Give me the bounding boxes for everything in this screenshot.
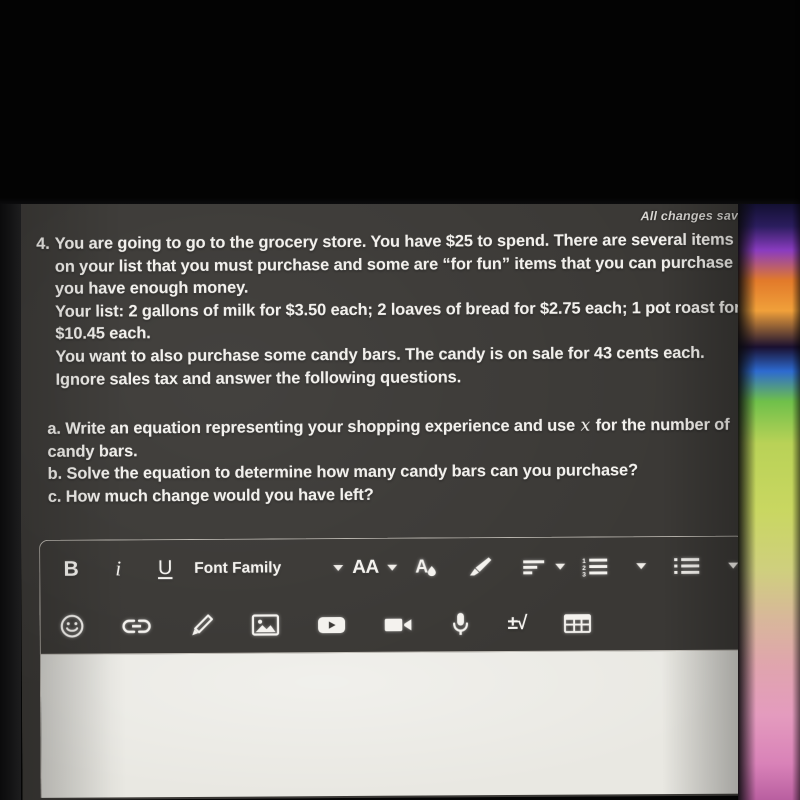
equation-icon[interactable]: ±√ bbox=[508, 612, 527, 634]
text-color-icon[interactable]: A bbox=[415, 554, 439, 580]
align-caret-icon[interactable] bbox=[555, 563, 566, 570]
bold-button[interactable]: B bbox=[56, 557, 86, 581]
editor-content-area[interactable] bbox=[40, 650, 746, 798]
editor-toolbar: B i U Font Family AA A 1 2 3 ±√ bbox=[40, 536, 745, 655]
device-left-bezel bbox=[0, 196, 21, 800]
photo-right-edge-shadow bbox=[792, 0, 800, 800]
svg-text:3: 3 bbox=[583, 571, 587, 577]
font-family-caret-icon[interactable] bbox=[333, 564, 344, 571]
font-size-caret-icon[interactable] bbox=[387, 564, 398, 571]
photo-of-screen: All changes saved 4. You are going to go… bbox=[0, 0, 800, 800]
question-paragraph-2: Your list: 2 gallons of milk for $3.50 e… bbox=[55, 298, 741, 344]
question-paragraph-1: You are going to go to the grocery store… bbox=[54, 230, 748, 298]
font-family-selector[interactable]: Font Family bbox=[194, 559, 281, 578]
draw-pencil-icon[interactable] bbox=[189, 612, 215, 638]
sub-question-c-label: c. bbox=[47, 487, 62, 506]
microphone-icon[interactable] bbox=[450, 611, 470, 637]
font-size-button[interactable]: AA bbox=[352, 556, 379, 578]
bullet-list-icon[interactable] bbox=[674, 554, 701, 576]
highlight-icon[interactable] bbox=[467, 554, 495, 580]
italic-button[interactable]: i bbox=[103, 556, 133, 581]
sub-questions-list: a. Write an equation representing your s… bbox=[33, 414, 758, 509]
question-paragraph-3: You want to also purchase some candy bar… bbox=[55, 343, 705, 389]
align-icon[interactable] bbox=[523, 556, 547, 576]
emoji-icon[interactable] bbox=[60, 614, 85, 639]
youtube-icon[interactable] bbox=[317, 614, 347, 636]
photo-top-dark-area bbox=[0, 0, 800, 204]
sub-question-a: a. Write an equation representing your s… bbox=[47, 414, 757, 464]
question-number: 4. bbox=[36, 234, 50, 253]
rich-text-editor: B i U Font Family AA A 1 2 3 ±√ bbox=[39, 535, 747, 798]
svg-text:A: A bbox=[416, 556, 429, 576]
autosave-status: All changes saved bbox=[641, 207, 754, 226]
video-camera-icon[interactable] bbox=[384, 614, 414, 634]
font-size-label: AA bbox=[352, 556, 379, 578]
sub-question-c: c. How much change would you have left? bbox=[48, 481, 758, 508]
numbered-list-caret-icon[interactable] bbox=[636, 562, 647, 569]
link-icon[interactable] bbox=[122, 615, 152, 637]
sub-question-b-label: b. bbox=[47, 465, 63, 484]
screen-glare-rainbow bbox=[738, 196, 800, 800]
sub-question-a-label: a. bbox=[47, 419, 61, 438]
sub-question-a-text-before: Write an equation representing your shop… bbox=[65, 416, 576, 438]
numbered-list-icon[interactable]: 1 2 3 bbox=[583, 555, 609, 577]
underline-button[interactable]: U bbox=[150, 557, 180, 580]
question-text-block: 4. You are going to go to the grocery st… bbox=[32, 228, 758, 508]
table-icon[interactable] bbox=[563, 612, 591, 634]
svg-text:1: 1 bbox=[583, 558, 587, 565]
image-icon[interactable] bbox=[252, 613, 280, 636]
sub-question-a-variable: x bbox=[580, 415, 591, 436]
device-screen: All changes saved 4. You are going to go… bbox=[19, 198, 767, 800]
sub-question-c-text: How much change would you have left? bbox=[65, 485, 374, 506]
sub-question-b-text: Solve the equation to determine how many… bbox=[66, 461, 639, 484]
all-changes-saved-label: All changes saved bbox=[640, 208, 754, 224]
